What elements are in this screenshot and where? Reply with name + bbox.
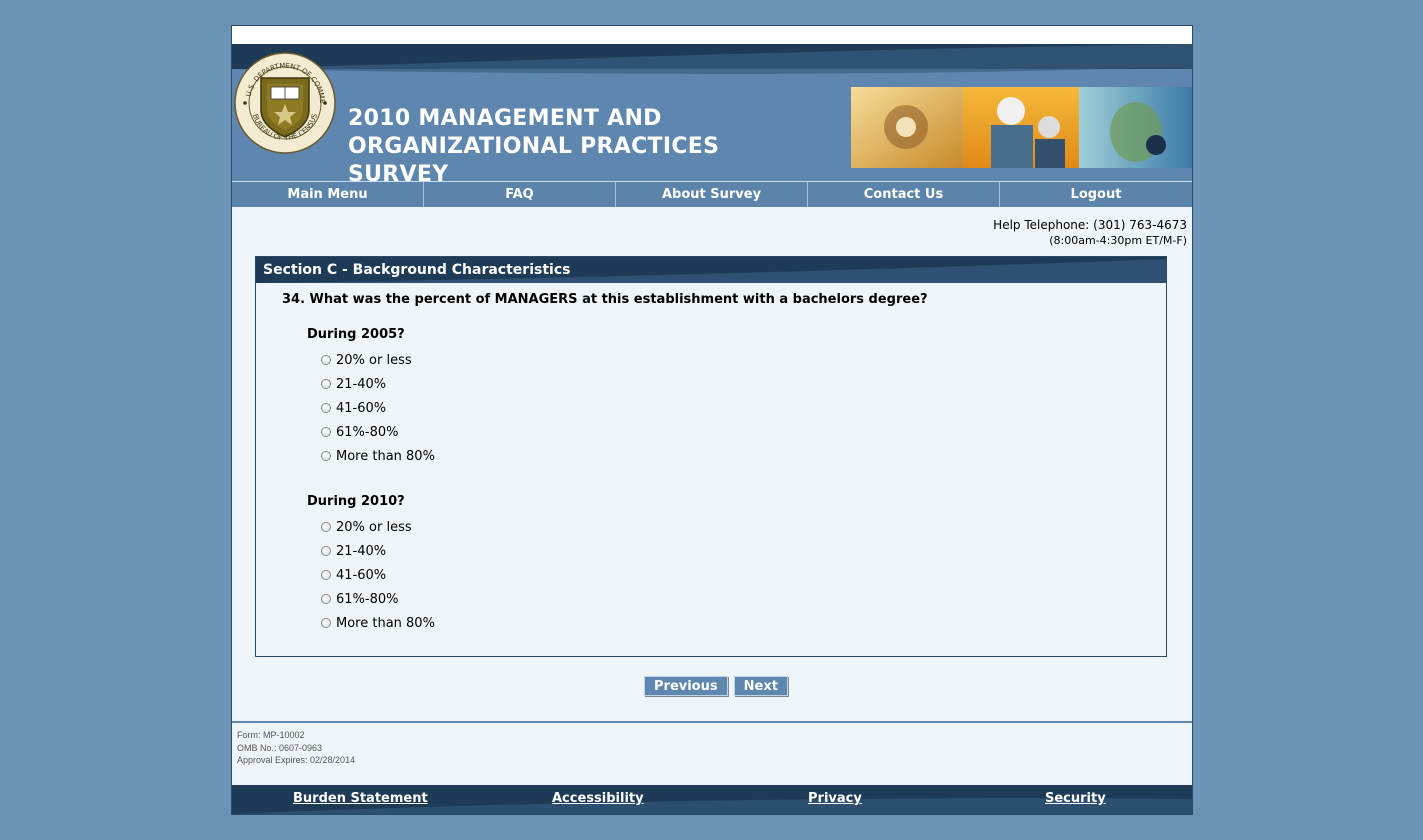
radio-label: More than 80% — [336, 448, 435, 464]
radio-button[interactable] — [321, 570, 331, 580]
top-strip — [232, 26, 1192, 44]
radio-label: 61%-80% — [336, 591, 399, 607]
radio-button[interactable] — [321, 618, 331, 628]
radio-label: 20% or less — [336, 352, 412, 368]
footer-divider — [232, 721, 1192, 723]
nav-faq[interactable]: FAQ — [424, 182, 616, 207]
page-title: 2010 MANAGEMENT AND ORGANIZATIONAL PRACT… — [348, 106, 720, 181]
radio-option-2005-1[interactable]: 20% or less — [321, 348, 435, 372]
next-button[interactable]: Next — [733, 676, 788, 696]
census-seal-logo: U.S. DEPARTMENT OF COMMERCE BUREAU OF TH… — [234, 52, 336, 154]
radio-label: More than 80% — [336, 615, 435, 631]
nav-contact-us[interactable]: Contact Us — [808, 182, 1000, 207]
header-banner: U.S. DEPARTMENT OF COMMERCE BUREAU OF TH… — [232, 44, 1192, 181]
options-2005: 20% or less 21-40% 41-60% 61%-80% More t… — [321, 348, 435, 468]
footer-link-privacy[interactable]: Privacy — [808, 791, 862, 806]
radio-button[interactable] — [321, 355, 331, 365]
question-text: 34. What was the percent of MANAGERS at … — [282, 292, 928, 307]
approval-expires: Approval Expires: 02/28/2014 — [237, 755, 356, 765]
radio-label: 41-60% — [336, 567, 387, 583]
help-telephone: Help Telephone: (301) 763-4673 — [993, 218, 1187, 232]
radio-button[interactable] — [321, 451, 331, 461]
footer-link-security[interactable]: Security — [1045, 791, 1106, 806]
radio-option-2010-3[interactable]: 41-60% — [321, 563, 435, 587]
help-hours: (8:00am-4:30pm ET/M-F) — [1049, 234, 1187, 247]
group-label-2005: During 2005? — [307, 327, 405, 342]
footer-link-accessibility[interactable]: Accessibility — [552, 791, 644, 806]
omb-number: OMB No.: 0607-0963 — [237, 742, 323, 753]
radio-label: 41-60% — [336, 400, 387, 416]
previous-button[interactable]: Previous — [644, 676, 728, 696]
form-info: Form: MP-10002 OMB No.: 0607-0963 Approv… — [237, 729, 355, 767]
radio-option-2010-2[interactable]: 21-40% — [321, 539, 435, 563]
radio-label: 61%-80% — [336, 424, 399, 440]
radio-label: 21-40% — [336, 376, 387, 392]
radio-option-2010-1[interactable]: 20% or less — [321, 515, 435, 539]
radio-option-2010-5[interactable]: More than 80% — [321, 611, 435, 635]
radio-option-2005-4[interactable]: 61%-80% — [321, 420, 435, 444]
section-header: Section C - Background Characteristics — [256, 257, 1166, 283]
header-photo-collage — [851, 87, 1192, 168]
footer-link-burden-statement[interactable]: Burden Statement — [293, 791, 428, 806]
header-swoosh — [232, 44, 1192, 74]
radio-button[interactable] — [321, 379, 331, 389]
radio-button[interactable] — [321, 594, 331, 604]
radio-button[interactable] — [321, 403, 331, 413]
radio-label: 21-40% — [336, 543, 387, 559]
nav-about-survey[interactable]: About Survey — [616, 182, 808, 207]
nav-buttons: Previous Next — [644, 676, 788, 696]
radio-option-2005-5[interactable]: More than 80% — [321, 444, 435, 468]
radio-option-2005-3[interactable]: 41-60% — [321, 396, 435, 420]
radio-button[interactable] — [321, 522, 331, 532]
radio-button[interactable] — [321, 427, 331, 437]
page-frame: U.S. DEPARTMENT OF COMMERCE BUREAU OF TH… — [231, 25, 1193, 815]
radio-option-2005-2[interactable]: 21-40% — [321, 372, 435, 396]
section-title: Section C - Background Characteristics — [263, 262, 571, 278]
nav-logout[interactable]: Logout — [1000, 182, 1192, 207]
footer-bar: Burden Statement Accessibility Privacy S… — [232, 785, 1192, 814]
radio-option-2010-4[interactable]: 61%-80% — [321, 587, 435, 611]
form-number: Form: MP-10002 — [237, 730, 305, 740]
radio-label: 20% or less — [336, 519, 412, 535]
help-info: Help Telephone: (301) 763-4673 (8:00am-4… — [993, 217, 1187, 249]
section-panel: Section C - Background Characteristics 3… — [255, 256, 1167, 657]
options-2010: 20% or less 21-40% 41-60% 61%-80% More t… — [321, 515, 435, 635]
main-nav: Main Menu FAQ About Survey Contact Us Lo… — [232, 181, 1192, 207]
group-label-2010: During 2010? — [307, 494, 405, 509]
nav-main-menu[interactable]: Main Menu — [232, 182, 424, 207]
radio-button[interactable] — [321, 546, 331, 556]
